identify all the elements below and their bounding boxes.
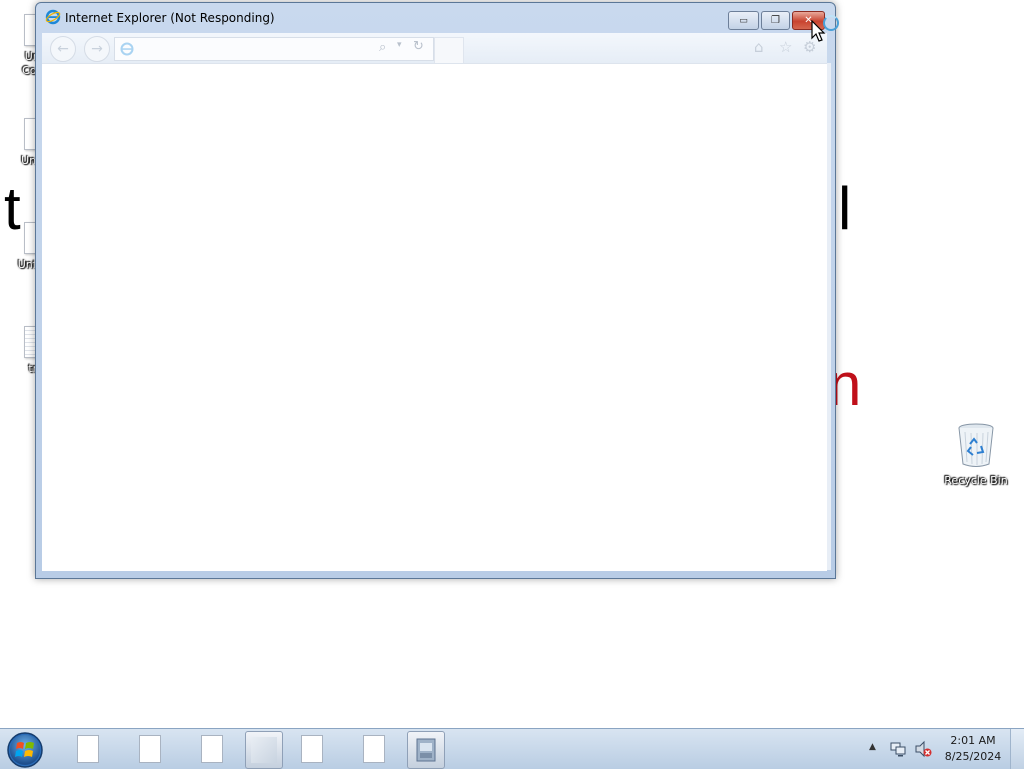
new-tab-button[interactable] (434, 37, 464, 64)
start-button[interactable] (6, 731, 44, 769)
taskbar-item-blank-window[interactable] (245, 731, 283, 769)
taskbar-item-document-4[interactable] (294, 731, 330, 767)
taskbar-item-document-3[interactable] (194, 731, 230, 767)
forward-arrow-icon: → (91, 41, 103, 57)
clock-date: 8/25/2024 (944, 750, 1002, 763)
ie-window[interactable]: Internet Explorer (Not Responding) ▭ ❐ ✕… (35, 2, 836, 579)
document-icon (139, 735, 161, 763)
back-arrow-icon: ← (57, 41, 69, 57)
window-title: Internet Explorer (Not Responding) (65, 11, 275, 25)
volume-muted-icon[interactable] (914, 740, 932, 758)
maximize-button[interactable]: ❐ (761, 11, 790, 30)
taskbar: ▲ 2:01 AM 8/25/2024 (0, 728, 1024, 769)
minimize-icon: ▭ (739, 15, 748, 26)
ie-toolbar: ← → ⌕ ▾ ↻ ⌂ ☆ ⚙ (42, 33, 827, 64)
document-icon (363, 735, 385, 763)
clock-time: 2:01 AM (950, 734, 996, 747)
computer-window-icon (416, 738, 436, 762)
restore-icon: ❐ (771, 15, 780, 26)
forward-button[interactable]: → (84, 36, 110, 62)
taskbar-item-computer-window[interactable] (407, 731, 445, 769)
title-bar[interactable]: Internet Explorer (Not Responding) ▭ ❐ ✕ (36, 3, 835, 31)
chevron-down-icon[interactable]: ▾ (397, 40, 402, 50)
search-icon[interactable]: ⌕ (379, 40, 386, 55)
recycle-bin-icon (958, 423, 994, 467)
document-icon (201, 735, 223, 763)
window-right-edge (827, 63, 831, 570)
address-input[interactable] (139, 40, 373, 58)
recycle-bin-label: Recycle Bin (944, 474, 1008, 487)
desktop-bg-text-right: l (838, 175, 852, 242)
back-button[interactable]: ← (50, 36, 76, 62)
ie-page-icon (120, 42, 134, 56)
favorites-star-icon[interactable]: ☆ (779, 38, 792, 56)
taskbar-item-document-5[interactable] (356, 731, 392, 767)
system-clock[interactable]: 2:01 AM 8/25/2024 (940, 733, 1006, 765)
taskbar-item-document-2[interactable] (132, 731, 168, 767)
document-icon (77, 735, 99, 763)
desktop-icon-recycle-bin[interactable]: Recycle Bin (940, 422, 1012, 487)
mouse-cursor-icon (811, 20, 826, 42)
minimize-button[interactable]: ▭ (728, 11, 759, 30)
document-icon (301, 735, 323, 763)
home-icon[interactable]: ⌂ (754, 38, 764, 56)
tray-expand-icon[interactable]: ▲ (869, 742, 876, 752)
window-thumbnail-icon (251, 737, 277, 763)
ie-logo-icon (45, 9, 61, 25)
page-content-area[interactable] (42, 63, 827, 571)
show-desktop-button[interactable] (1010, 729, 1024, 769)
refresh-icon[interactable]: ↻ (413, 39, 424, 54)
taskbar-item-document-1[interactable] (70, 731, 106, 767)
address-bar[interactable]: ⌕ ▾ ↻ (114, 37, 434, 61)
network-icon[interactable] (890, 741, 906, 757)
